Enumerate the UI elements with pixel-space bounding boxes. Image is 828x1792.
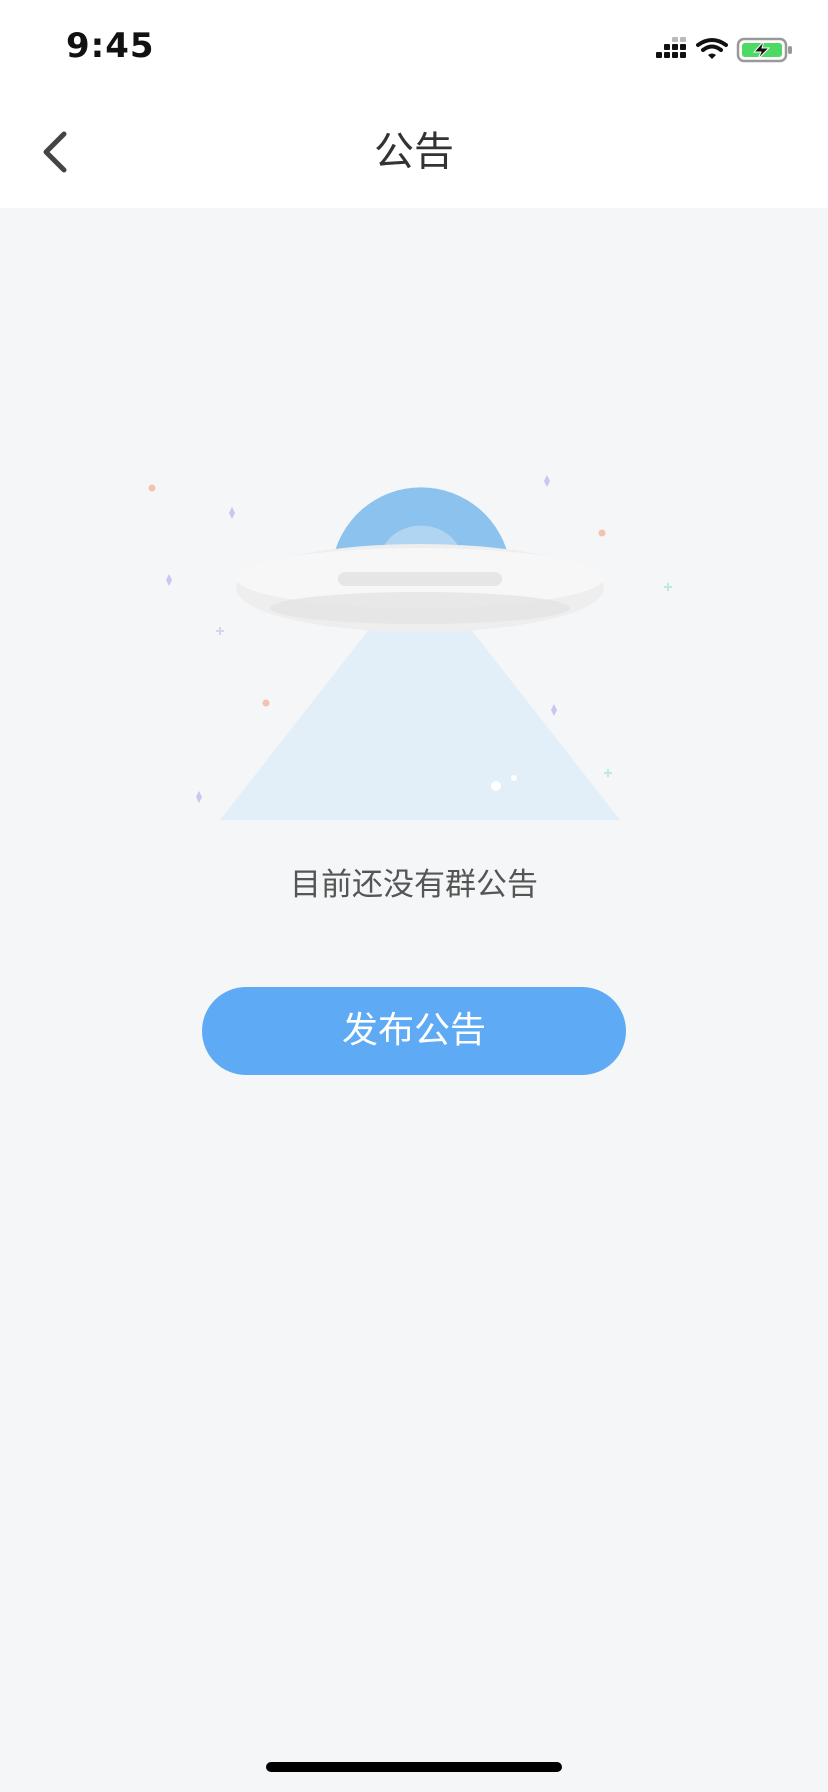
empty-message: 目前还没有群公告: [290, 867, 538, 903]
home-indicator[interactable]: [266, 1762, 562, 1772]
cellular-signal-icon: [656, 37, 686, 58]
battery-charging-icon: [736, 37, 792, 63]
page-title: 公告: [374, 129, 454, 175]
status-bar: 9:45: [0, 0, 828, 100]
empty-state-content: 目前还没有群公告 发布公告: [0, 208, 828, 1792]
publish-announcement-button[interactable]: 发布公告: [202, 987, 626, 1075]
status-icons: [654, 36, 794, 64]
nav-bar: 公告: [0, 100, 828, 208]
ufo-illustration: [148, 475, 672, 820]
wifi-icon: [696, 38, 728, 59]
status-time: 9:45: [66, 26, 155, 66]
